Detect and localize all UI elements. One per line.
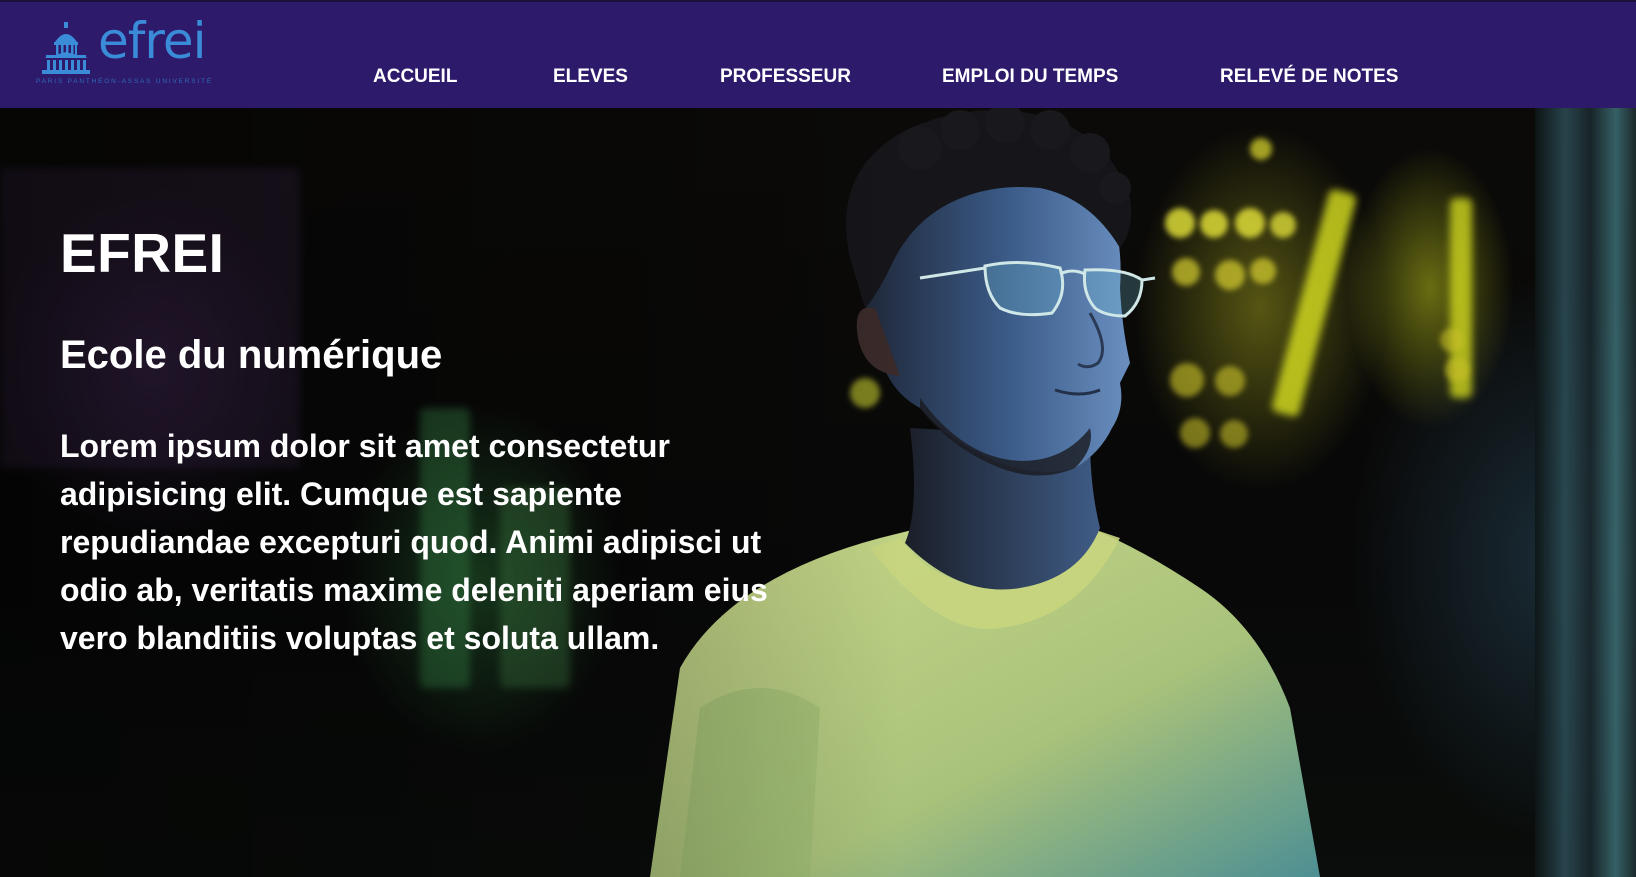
bokeh-light	[1440, 328, 1464, 352]
hero-title: EFREI	[60, 222, 225, 284]
nav-link-accueil[interactable]: ACCUEIL	[373, 66, 457, 88]
efrei-logo[interactable]: efrei PARIS PANTHÉON-ASSAS UNIVERSITÉ	[34, 12, 244, 90]
hero-description: Lorem ipsum dolor sit amet consectetur a…	[60, 428, 768, 656]
bokeh-light	[1445, 358, 1469, 382]
pantheon-icon	[42, 22, 90, 74]
nav-link-emploi-du-temps[interactable]: EMPLOI DU TEMPS	[942, 66, 1118, 88]
navbar: efrei PARIS PANTHÉON-ASSAS UNIVERSITÉ AC…	[0, 0, 1636, 108]
window-frame	[1535, 108, 1636, 877]
nav-link-eleves[interactable]: ELEVES	[553, 66, 628, 88]
logo-tagline: PARIS PANTHÉON-ASSAS UNIVERSITÉ	[36, 78, 213, 85]
logo-wordmark: efrei	[98, 12, 206, 70]
page: efrei PARIS PANTHÉON-ASSAS UNIVERSITÉ AC…	[0, 0, 1636, 877]
nav-link-releve-de-notes[interactable]: RELEVÉ DE NOTES	[1220, 66, 1398, 88]
hero-section: EFREI Ecole du numérique Lorem ipsum dol…	[0, 108, 1636, 877]
hero-subtitle: Ecole du numérique	[60, 333, 443, 377]
nav-link-professeur[interactable]: PROFESSEUR	[720, 66, 851, 88]
